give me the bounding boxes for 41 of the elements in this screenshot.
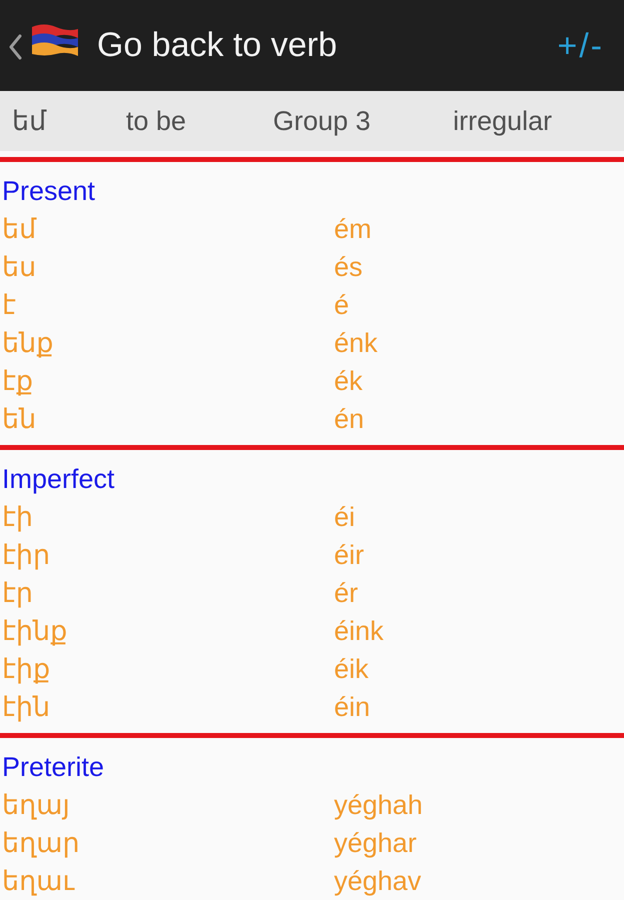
transliteration: és [334,251,363,283]
transliteration: éi [334,501,356,533]
transliteration: ém [334,213,372,245]
armenian-form: եղաւ [2,865,74,897]
verb-info-text: to be [126,106,186,136]
armenian-form: էիր [2,539,50,571]
armenian-form: եղայ [2,789,70,821]
tense-heading: Imperfect [1,463,115,496]
plus-minus-button[interactable]: +/- [555,26,606,66]
tense-heading: Present [1,175,96,208]
armenian-form: էիք [2,653,50,685]
transliteration: éik [334,653,369,685]
armenian-form: եմ [2,213,36,245]
transliteration: éink [334,615,384,647]
armenian-form: եղար [2,827,80,859]
verb-info-text: irregular [453,106,552,136]
screen-title[interactable]: Go back to verb [97,26,338,65]
tense-heading: Preterite [1,751,104,784]
transliteration: éir [334,539,364,571]
armenian-form: էր [2,577,34,609]
transliteration: énk [334,327,378,359]
armenian-form: էի [2,501,34,533]
chevron-left-icon[interactable] [8,34,22,60]
flag-icon [30,22,80,58]
armenian-form: էին [2,691,50,723]
transliteration: én [334,403,364,435]
armenian-form: ես [2,251,36,283]
transliteration: é [334,289,350,321]
transliteration: yéghav [334,865,422,897]
transliteration: ér [334,577,358,609]
armenian-form: են [2,403,36,435]
verb-info-text: եմ [12,106,46,136]
transliteration: yéghar [334,827,417,859]
armenian-form: ենք [2,327,54,359]
armenian-form: է [2,289,16,321]
armenian-form: էք [2,365,34,397]
transliteration: yéghah [334,789,423,821]
verb-info-text: Group 3 [273,106,371,136]
transliteration: éin [334,691,370,723]
transliteration: ék [334,365,363,397]
armenian-form: էինք [2,615,68,647]
